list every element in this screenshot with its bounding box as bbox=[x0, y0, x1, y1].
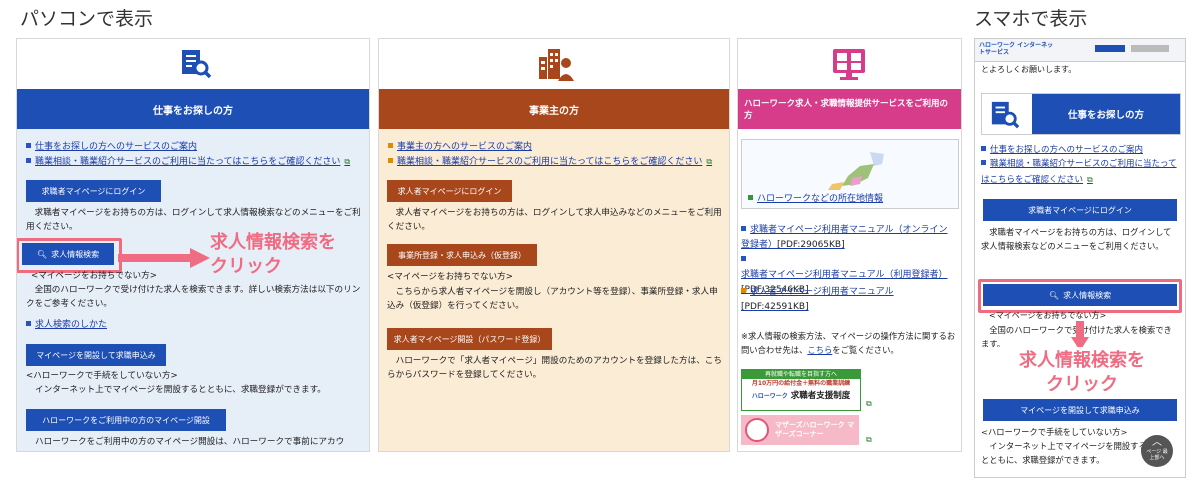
sp-service-guide-link[interactable]: 仕事をお探しの方へのサービスのご案内 bbox=[981, 143, 1143, 158]
manual-online-link[interactable]: 求職者マイページ利用者マニュアル（オンライン登録者）[PDF:29065KB] bbox=[741, 223, 956, 253]
no-mypage-label: <マイページをお持ちでない方> bbox=[31, 271, 157, 281]
employer-title: 事業主の方 bbox=[379, 89, 729, 129]
callout-text-pc: 求人情報検索を クリック bbox=[210, 232, 336, 277]
sp-site-logo: ハローワーク インターネットサービス bbox=[979, 42, 1054, 56]
employer-notice-link[interactable]: 職業相談・職業紹介サービスのご利用に当たってはこちらをご確認ください ⧉ bbox=[388, 154, 728, 170]
document-search-icon bbox=[991, 101, 1020, 129]
search-howto-link[interactable]: 求人検索のしかた bbox=[26, 318, 107, 333]
open-mypage-button[interactable]: マイページを開設して求職申込み bbox=[26, 344, 166, 366]
smartphone-panel: ハローワーク インターネットサービス とよろしくお願いします。 仕事をお探しの方… bbox=[974, 38, 1186, 478]
sp-seeker-title: 仕事をお探しの方 bbox=[1032, 94, 1180, 134]
employer-login-desc: 求人者マイページをお持ちの方は、ログインして求人申込みなどのメニューをご利用くだ… bbox=[387, 208, 722, 232]
job-seeker-title: 仕事をお探しの方 bbox=[17, 89, 369, 129]
japan-map-icon bbox=[828, 152, 884, 190]
service-notice-link[interactable]: 職業相談・職業紹介サービスのご利用に当たってはこちらをご確認ください ⧉ bbox=[26, 154, 366, 170]
document-search-icon bbox=[182, 50, 212, 79]
location-info-link[interactable]: ハローワークなどの所在地情報 bbox=[748, 192, 883, 207]
no-visit-label: <ハローワークで手続をしていない方> bbox=[26, 371, 178, 381]
support-system-banner[interactable]: 再就職や転職を目指す方へ 月10万円の給付金＋無料の職業訓練 ハローワーク 求職… bbox=[741, 369, 861, 411]
callout-text-sp: 求人情報検索を クリック bbox=[1019, 350, 1145, 395]
search-highlight-box bbox=[17, 238, 122, 273]
employer-guide-link[interactable]: 事業主の方へのサービスのご案内 bbox=[388, 140, 532, 155]
sp-open-mypage-button[interactable]: マイページを開設して求職申込み bbox=[983, 399, 1177, 421]
employer-password-button[interactable]: 求人者マイページ開設（パスワード登録） bbox=[387, 328, 552, 350]
monitor-grid-icon bbox=[833, 49, 865, 80]
inquiry-note: ※求人情報の検索方法、マイページの操作方法に関するお問い合わせ先は、こちらをご覧… bbox=[741, 331, 956, 355]
arrow-right-icon bbox=[118, 248, 210, 268]
hw-service-panel: ハローワーク求人・求職情報提供サービスをご利用の方 ハローワークなどの所在地情報… bbox=[737, 38, 962, 452]
hw-service-header bbox=[738, 39, 961, 89]
employer-panel: 事業主の方 事業主の方へのサービスのご案内 職業相談・職業紹介サービスのご利用に… bbox=[378, 38, 730, 452]
employer-header bbox=[379, 39, 729, 89]
sp-search-highlight-box bbox=[978, 279, 1182, 313]
employer-password-desc: ハローワークで「求人者マイページ」開設のためのアカウントを登録した方は、こちらか… bbox=[387, 356, 722, 380]
seeker-login-button[interactable]: 求職者マイページにログイン bbox=[26, 180, 161, 202]
open-mypage-desc: インターネット上でマイページを開設するとともに、求職登録ができます。 bbox=[35, 385, 326, 395]
employer-login-button[interactable]: 求人者マイページにログイン bbox=[387, 180, 512, 202]
hw-mypage-button[interactable]: ハローワークをご利用中の方のマイページ開設 bbox=[26, 409, 226, 431]
inquiry-link[interactable]: こちら bbox=[807, 345, 832, 355]
building-person-icon bbox=[539, 49, 574, 81]
sp-header-badge bbox=[1095, 45, 1125, 52]
sp-caption: スマホで表示 bbox=[974, 8, 1088, 30]
external-link-icon-2: ⧉ bbox=[866, 435, 872, 444]
external-link-icon: ⧉ bbox=[866, 399, 872, 408]
employer-register-desc: こちらから求人者マイページを開設し（アカウント等を登録）、事業所登録・求人申込み… bbox=[387, 287, 718, 311]
sp-no-visit: <ハローワークで手続をしていない方> bbox=[981, 427, 1128, 437]
service-guide-link[interactable]: 仕事をお探しの方へのサービスのご案内 bbox=[26, 140, 197, 155]
hw-service-title: ハローワーク求人・求職情報提供サービスをご利用の方 bbox=[738, 89, 961, 129]
page-top-button[interactable]: ︿ ページ 最上部へ bbox=[1141, 435, 1173, 467]
job-seeker-header bbox=[17, 39, 369, 89]
seeker-login-desc: 求職者マイページをお持ちの方は、ログインして求人情報検索などのメニューをご利用く… bbox=[26, 208, 361, 232]
employer-no-mypage: <マイページをお持ちでない方> bbox=[387, 272, 513, 282]
employer-register-button[interactable]: 事業所登録・求人申込み（仮登録） bbox=[387, 244, 537, 266]
sp-login-desc: 求職者マイページをお持ちの方は、ログインして求人情報検索などのメニューをご利用く… bbox=[981, 227, 1172, 251]
sp-service-notice-link[interactable]: 職業相談・職業紹介サービスのご利用に当たってはこちらをご確認ください ⧉ bbox=[981, 157, 1179, 188]
search-desc: 全国のハローワークで受け付けた求人を検索できます。詳しい検索方法は以下のリンクを… bbox=[26, 285, 361, 309]
hw-mypage-desc: ハローワークをご利用中の方のマイページ開設は、ハローワークで事前にアカウ bbox=[35, 437, 345, 447]
chevron-up-icon: ︿ bbox=[1152, 437, 1162, 448]
sp-cut-text: とよろしくお願いします。 bbox=[981, 65, 1077, 74]
mothers-hw-banner[interactable]: マザーズハローワーク マザーズコーナー bbox=[741, 415, 859, 445]
sp-open-desc: インターネット上でマイページを開設するとともに、求職登録ができます。 bbox=[981, 441, 1147, 465]
sp-site-header: ハローワーク インターネットサービス bbox=[975, 39, 1185, 62]
sp-login-button[interactable]: 求職者マイページにログイン bbox=[983, 199, 1177, 221]
pc-caption: パソコンで表示 bbox=[20, 8, 154, 30]
mothers-logo-icon bbox=[745, 418, 769, 442]
sp-seeker-header: 仕事をお探しの方 bbox=[981, 93, 1181, 135]
sp-header-logo bbox=[1131, 45, 1169, 52]
manual-employer-link[interactable]: 求人者マイページ利用者マニュアル[PDF:42591KB] bbox=[741, 285, 956, 315]
